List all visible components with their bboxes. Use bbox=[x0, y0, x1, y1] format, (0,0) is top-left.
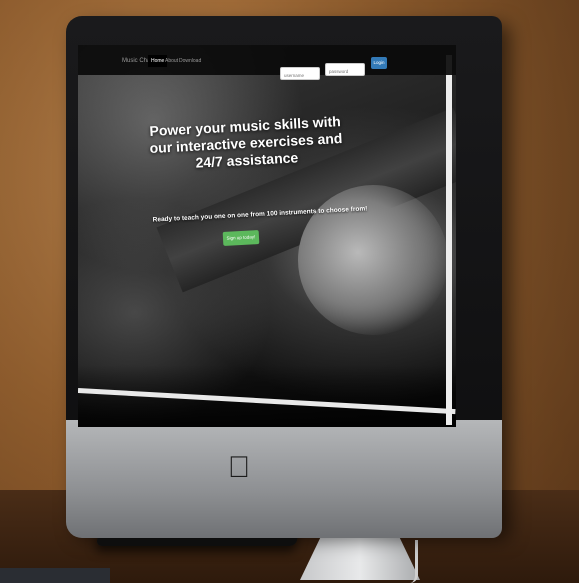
apple-icon:  bbox=[226, 450, 252, 486]
screen: Music Chart Home About Download Login Po… bbox=[78, 45, 456, 427]
signup-button[interactable]: Sign up today! bbox=[222, 230, 260, 246]
hero-title: Power your music skills with our interac… bbox=[149, 113, 343, 171]
password-input[interactable] bbox=[325, 63, 365, 76]
login-button[interactable]: Login bbox=[371, 57, 387, 69]
username-input[interactable] bbox=[280, 67, 320, 80]
imac-chin bbox=[66, 420, 502, 538]
keyboard-edge bbox=[0, 568, 110, 583]
nav-download[interactable]: Download bbox=[176, 55, 204, 67]
power-cable bbox=[410, 540, 418, 583]
screen-edge-right bbox=[446, 55, 452, 425]
navbar: Music Chart Home About Download bbox=[78, 45, 456, 75]
